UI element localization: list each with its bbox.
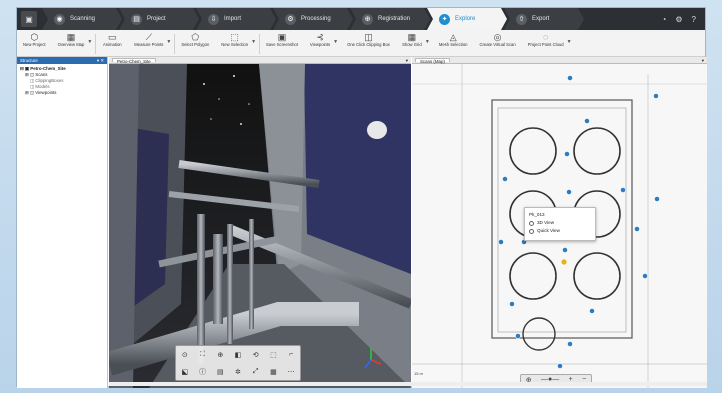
scanning-icon: ◉ xyxy=(54,14,65,25)
project-tree: ⊟ ▣ Petro-Chem_Site ⊞ ◫ Scans ◫ Clipping… xyxy=(17,64,107,98)
help-icon[interactable]: ? xyxy=(692,15,696,24)
mesh-selection-button[interactable]: ◬ Mesh Selection xyxy=(433,32,474,48)
explore-icon: ✦ xyxy=(439,14,450,25)
measure-points-button[interactable]: ⟋ Measure Points xyxy=(128,32,169,48)
tab-import[interactable]: ⇩ Import xyxy=(196,8,276,30)
save-screenshot-button[interactable]: ▣ Save Screenshot xyxy=(260,32,304,48)
new-selection-button[interactable]: ⬚ New Selection xyxy=(215,32,254,48)
tab-menu-icon[interactable]: ▾ xyxy=(702,58,704,63)
animation-button[interactable]: ▭ Animation xyxy=(96,32,128,48)
scan-context-popup: Pk_013 3D View Quick View xyxy=(524,207,596,241)
3d-view-tab[interactable]: Petro-Chem_Site xyxy=(112,58,156,64)
measure-tool-icon[interactable]: ⌐ xyxy=(289,351,293,358)
overview-map-dropdown[interactable]: ▼ xyxy=(87,39,92,45)
lighting-icon[interactable]: ✲ xyxy=(235,368,241,376)
overview-map-button[interactable]: ▦ Overview Map xyxy=(52,32,91,48)
tab-scanning[interactable]: ◉ Scanning xyxy=(42,8,122,30)
point-cloud-dropdown[interactable]: ▼ xyxy=(567,39,572,45)
3d-point-cloud-view[interactable]: Petro-Chem_Site ▾ ⊙ ⛶ ⊕ ◧ ⟲ ⬚ ⌐ ⬕ ⓘ ▤ ✲ … xyxy=(109,57,411,388)
3d-view-icon xyxy=(529,220,534,226)
2d-map-view[interactable]: Scans (Map) ▾ Pk_013 3D View Quick View … xyxy=(412,57,707,388)
quick-view-icon xyxy=(529,228,534,234)
tab-project[interactable]: ▤ Project xyxy=(119,8,199,30)
select-icon[interactable]: ⬕ xyxy=(182,368,189,376)
structure-panel-header: Structure ▾ ✕ xyxy=(17,57,107,64)
structure-panel: Structure ▾ ✕ ⊟ ▣ Petro-Chem_Site ⊞ ◫ Sc… xyxy=(17,57,108,388)
tab-explore[interactable]: ✦ Explore xyxy=(427,8,507,30)
viewpoints-button[interactable]: ⊰ Viewpoints xyxy=(304,32,336,48)
show-grid-button[interactable]: ▦ Show Grid xyxy=(396,32,428,48)
3d-navigation-toolbar: ⊙ ⛶ ⊕ ◧ ⟲ ⬚ ⌐ ⬕ ⓘ ▤ ✲ ⤢ ▦ ⋯ xyxy=(175,345,301,381)
info-icon[interactable]: ⓘ xyxy=(199,367,206,377)
tab-registration[interactable]: ⊕ Registration xyxy=(350,8,430,30)
map-view-tab-bar: Scans (Map) ▾ xyxy=(412,57,707,64)
layers-icon[interactable]: ▤ xyxy=(217,368,224,376)
registration-icon: ⊕ xyxy=(362,14,373,25)
new-project-button[interactable]: ⬡ New Project xyxy=(17,32,52,48)
select-polygon-button[interactable]: ⬠ Select Polygon xyxy=(175,32,215,48)
status-bar xyxy=(109,382,707,386)
create-virtual-scan-button[interactable]: ◎ Create Virtual Scan xyxy=(473,32,521,48)
workflow-tab-bar: ▣ ◉ Scanning ▤ Project ⇩ Import ⚙ Processing… xyxy=(17,8,705,30)
fit-view-icon[interactable]: ⤢ xyxy=(253,368,259,376)
import-icon: ⇩ xyxy=(208,14,219,25)
grid-dropdown[interactable]: ▼ xyxy=(425,39,430,45)
tree-item-viewpoints[interactable]: ⊞ ◫ Viewpoints xyxy=(20,90,104,96)
settings-gear-icon[interactable]: ⚙ xyxy=(675,15,682,24)
clipping-box-button[interactable]: ◫ One Click Clipping Box xyxy=(341,32,396,48)
map-scale-label: 15 m xyxy=(414,371,423,376)
processing-icon: ⚙ xyxy=(285,14,296,25)
ribbon-toolbar: ⬡ New Project ▦ Overview Map ▼ ▭ Animation … xyxy=(17,30,705,57)
project-icon: ▤ xyxy=(131,14,142,25)
tab-menu-icon[interactable]: ▾ xyxy=(406,58,408,63)
orbit-icon[interactable]: ⊙ xyxy=(182,351,188,359)
viewpoints-dropdown[interactable]: ▼ xyxy=(333,39,338,45)
project-point-cloud-button[interactable]: ◌ Project Point Cloud xyxy=(522,32,570,48)
dashboard-icon[interactable]: ◔ xyxy=(662,15,667,24)
measure-dropdown[interactable]: ▼ xyxy=(166,39,171,45)
more-options-icon[interactable]: ⋯ xyxy=(288,368,295,376)
rotate-icon[interactable]: ⟲ xyxy=(253,351,259,359)
grid-view-icon[interactable]: ▦ xyxy=(270,368,277,376)
clipping-icon[interactable]: ⬚ xyxy=(270,351,277,359)
render-mode-icon[interactable]: ◧ xyxy=(235,351,242,359)
point-cloud-scene[interactable] xyxy=(109,64,411,388)
zoom-icon[interactable]: ⊕ xyxy=(217,351,223,359)
3d-view-tab-bar: Petro-Chem_Site ▾ xyxy=(109,57,411,64)
tab-processing[interactable]: ⚙ Processing xyxy=(273,8,353,30)
export-icon: ⇧ xyxy=(516,14,527,25)
quick-view-option[interactable]: Quick View xyxy=(529,227,591,235)
tab-export[interactable]: ⇧ Export xyxy=(504,8,584,30)
popup-title: Pk_013 xyxy=(529,212,545,217)
map-view-tab[interactable]: Scans (Map) xyxy=(415,58,450,64)
app-menu-icon[interactable]: ▣ xyxy=(21,11,37,27)
open-3d-view-option[interactable]: 3D View xyxy=(529,219,591,227)
panel-title: Structure xyxy=(20,58,38,63)
application-window: ▣ ◉ Scanning ▤ Project ⇩ Import ⚙ Processing… xyxy=(16,7,707,388)
panel-close-icon[interactable]: ▾ ✕ xyxy=(97,58,104,63)
walk-mode-icon[interactable]: ⛶ xyxy=(200,351,205,359)
selection-dropdown[interactable]: ▼ xyxy=(251,39,256,45)
